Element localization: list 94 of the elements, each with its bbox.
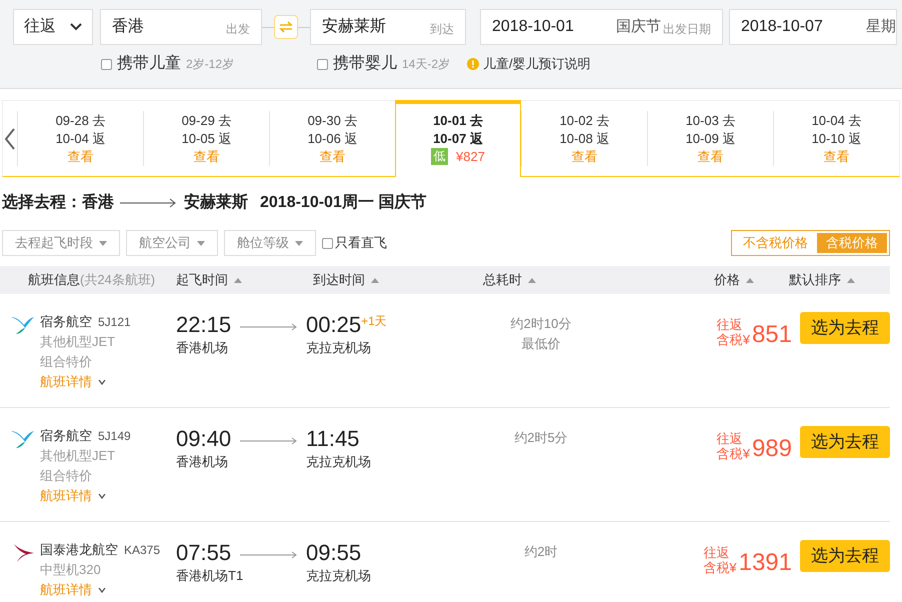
chevron-down-icon [98,380,106,384]
checkbox[interactable] [101,58,112,70]
arrival-airport: 克拉克机场 [306,453,372,471]
swap-arrows-icon [279,21,293,33]
flight-arrow-icon [240,551,298,559]
swap-button[interactable] [274,15,298,39]
date-option[interactable]: 09-28 去 10-04 返 查看 [17,111,143,166]
flight-arrow-icon [240,437,298,445]
field-hint: 出发 [226,21,250,38]
checkbox-label: 只看直飞 [335,234,387,252]
departure-time: 09:40 [176,426,232,452]
price: 851 [752,322,792,348]
flight-number: 5J121 [98,314,131,331]
chevron-left-icon [4,128,16,150]
field-hint: 出发日期 [663,21,711,38]
filter-dropdown[interactable]: 去程起飞时段 [2,230,120,256]
price-label: 往返 [716,431,744,446]
column-header[interactable]: 起飞时间 [176,270,228,290]
select-button[interactable]: 选为去程 [800,312,890,344]
arrival-time: 11:45 [306,426,360,452]
arrival-time: 00:25 [306,312,362,338]
bird-logo-icon [10,428,36,450]
fare-tag: 组合特价 [40,466,131,486]
departure-time: 07:55 [176,540,232,566]
price: 1391 [738,550,792,576]
bird-logo-icon [10,314,36,336]
flight-count: (共24条航班) [80,271,156,290]
age-note: 2岁-12岁 [186,56,234,73]
route-heading: 选择去程：香港 [2,192,114,213]
holiday-label: 国庆节 [616,16,661,36]
age-note: 14天-2岁 [402,56,450,73]
arrival-airport: 克拉克机场 [306,339,372,357]
date-option[interactable]: 10-03 去 10-09 返 查看 [647,111,773,166]
flight-number: KA375 [124,542,160,559]
select-button[interactable]: 选为去程 [800,540,890,572]
info-icon [467,58,479,70]
aircraft-type: 其他机型JET [40,333,116,351]
column-header[interactable]: 默认排序 [789,270,841,290]
column-header[interactable]: 总耗时 [483,270,522,290]
price-label: 含税¥ [716,332,750,347]
column-header[interactable]: 价格 [714,270,740,290]
price-label: 往返 [716,317,744,332]
field-hint: 到达 [430,21,454,38]
date-option[interactable]: 10-02 去 10-08 返 查看 [521,111,647,166]
checkbox[interactable] [317,58,328,70]
airline-name: 宿务航空 [40,313,92,331]
flight-duration: 约2时 [524,543,558,561]
price-label: 往返 [703,545,730,560]
arrival-city-field[interactable]: 安赫莱斯 到达 [310,9,466,45]
route-heading: 安赫莱斯 [184,192,248,213]
next-day-note: +1天 [361,313,387,330]
chevron-down-icon [98,494,106,498]
arrival-time: 09:55 [306,540,362,566]
date-option[interactable]: 10-04 去 10-10 返 查看 [773,111,899,166]
filter-dropdown[interactable]: 舱位等级 [224,230,316,256]
lowest-badge: 低 [431,148,448,165]
return-date-field[interactable]: 2018-10-07 星期 [729,9,897,45]
caret-down-icon [99,240,107,246]
checkbox[interactable] [322,238,333,248]
chevron-down-icon [98,588,106,592]
airline-name: 国泰港龙航空 [40,541,118,559]
departure-airport: 香港机场 [176,453,229,471]
arrival-airport: 克拉克机场 [306,567,372,585]
route-arrow-icon [120,198,178,208]
lowest-price-note: 最低价 [522,335,560,353]
info-link[interactable]: 儿童/婴儿预订说明 [483,54,591,74]
airline-name: 宿务航空 [40,427,92,445]
price: 989 [752,436,792,462]
price-label: 含税¥ [716,446,750,461]
route-date: 2018-10-01周一 国庆节 [260,192,426,213]
checkbox-label: 携带婴儿 [333,54,397,74]
departure-airport: 香港机场 [176,339,229,357]
column-header[interactable]: 到达时间 [313,270,365,290]
departure-time: 22:15 [176,312,232,338]
select-button[interactable]: 选为去程 [800,426,890,458]
aircraft-type: 其他机型JET [40,447,116,465]
price-label: 含税¥ [703,560,737,575]
caret-down-icon [295,240,303,246]
flight-duration: 约2时5分 [514,429,568,447]
flight-duration: 约2时10分 [510,315,572,333]
chevron-down-icon [70,23,82,31]
aircraft-type: 中型机320 [40,561,102,579]
fare-tag: 组合特价 [40,352,131,372]
departure-city-field[interactable]: 香港 出发 [100,9,262,45]
column-header[interactable]: 航班信息 [28,270,80,290]
trip-type-select[interactable]: 往返 [13,9,93,45]
flight-number: 5J149 [98,428,131,445]
date-option[interactable]: 10-01 去 10-07 返 低 ¥827 [395,100,521,177]
date-option[interactable]: 09-29 去 10-05 返 查看 [143,111,269,166]
filter-dropdown[interactable]: 航空公司 [126,230,218,256]
weekday-label: 星期 [866,16,896,37]
caret-down-icon [197,240,205,246]
checkbox-label: 携带儿童 [117,54,181,74]
flight-arrow-icon [240,323,298,331]
